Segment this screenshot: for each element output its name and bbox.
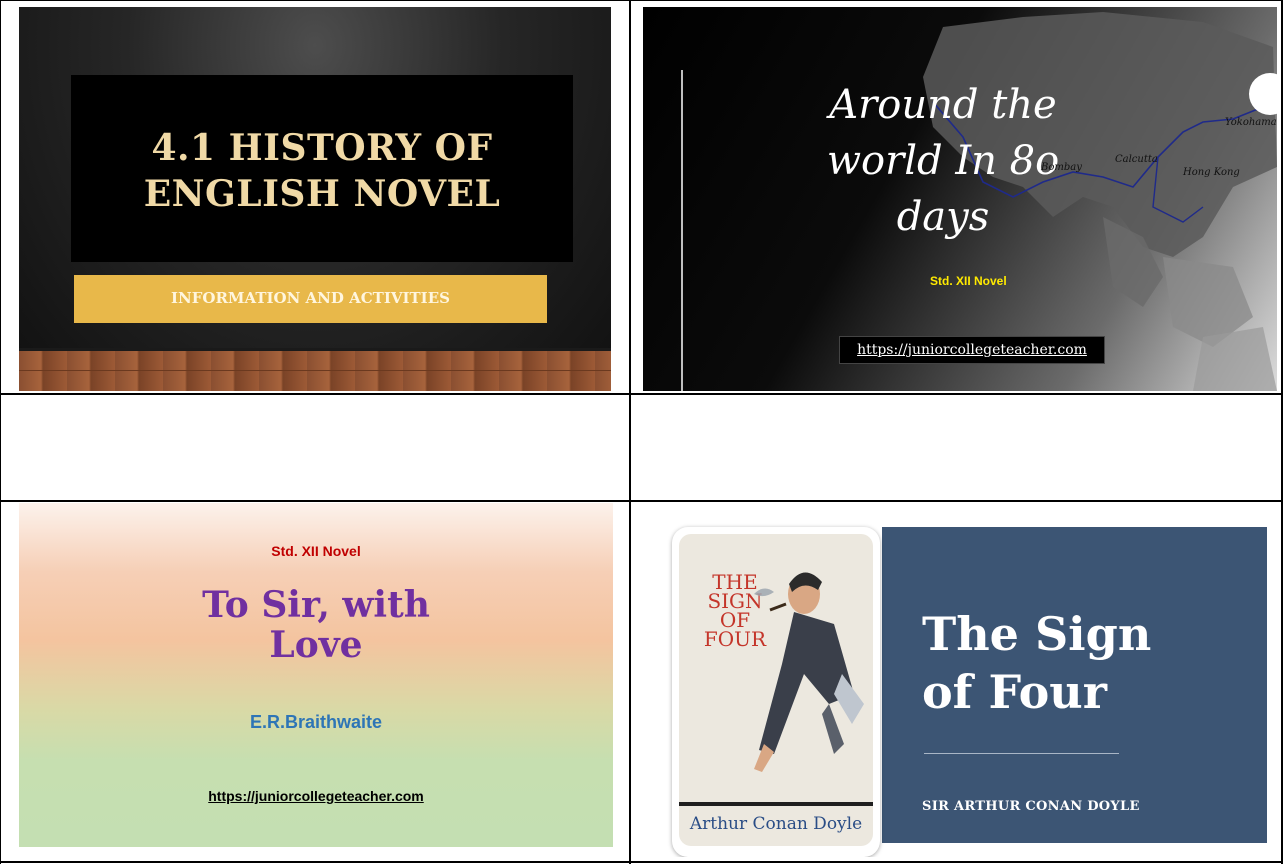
slide-title: The Sign of Four: [922, 547, 1182, 721]
class-tag: Std. XII Novel: [930, 274, 1007, 288]
table-border-row2: [0, 500, 1283, 502]
author-name: E.R.Braithwaite: [249, 712, 383, 732]
slide-title: 4.1 HISTORY OF ENGLISH NOVEL: [143, 127, 501, 215]
slide-title: To Sir, with Love: [19, 585, 613, 665]
website-link[interactable]: https://juniorcollegeteacher.com: [840, 342, 1104, 358]
wooden-floor: [19, 351, 611, 391]
slide-to-sir-with-love: Std. XII Novel To Sir, with Love E.R.Bra…: [19, 503, 613, 847]
map-label-calcutta: Calcutta: [1115, 154, 1158, 165]
table-border-row1: [0, 393, 1283, 395]
slide-title: Around the world In 8o days: [826, 82, 1060, 240]
title-box: 4.1 HISTORY OF ENGLISH NOVEL: [71, 75, 573, 262]
divider-rule: [924, 753, 1119, 754]
subtitle-banner: INFORMATION AND ACTIVITIES: [74, 275, 547, 323]
table-border-top: [0, 0, 1283, 1]
title-panel: The Sign of Four SIR ARTHUR CONAN DOYLE: [882, 527, 1267, 843]
floor-seam: [19, 370, 611, 371]
slide-around-the-world: Around the world In 8o days Bombay Calcu…: [643, 7, 1277, 391]
website-link[interactable]: https://juniorcollegeteacher.com: [19, 788, 613, 804]
table-border-left: [0, 0, 1, 864]
table-border-middle: [629, 0, 631, 864]
table-border-bottom: [0, 861, 1283, 863]
url-box: https://juniorcollegeteacher.com: [839, 336, 1105, 364]
detective-illustration: [754, 572, 864, 772]
class-tag: Std. XII Novel: [271, 543, 361, 559]
map-label-hong-kong: Hong Kong: [1183, 167, 1240, 178]
slide-subtitle: INFORMATION AND ACTIVITIES: [171, 289, 450, 307]
book-cover-image: THE SIGN OF FOUR Arthur Conan Doyle: [672, 527, 880, 857]
title-text: The Sign of Four: [922, 607, 1152, 719]
author-name: SIR ARTHUR CONAN DOYLE: [922, 799, 1140, 814]
map-label-yokohama: Yokohama: [1225, 117, 1277, 128]
slide-sign-of-four: The Sign of Four SIR ARTHUR CONAN DOYLE …: [660, 517, 1277, 857]
slide-history-of-english-novel: 4.1 HISTORY OF ENGLISH NOVEL INFORMATION…: [19, 7, 611, 391]
vertical-divider: [681, 70, 683, 391]
book-cover: THE SIGN OF FOUR Arthur Conan Doyle: [679, 534, 873, 846]
cover-author: Arthur Conan Doyle: [689, 814, 863, 834]
map-label-bombay: Bombay: [1041, 162, 1082, 173]
title-text: To Sir, with Love: [202, 584, 430, 666]
cover-divider: [679, 802, 873, 806]
